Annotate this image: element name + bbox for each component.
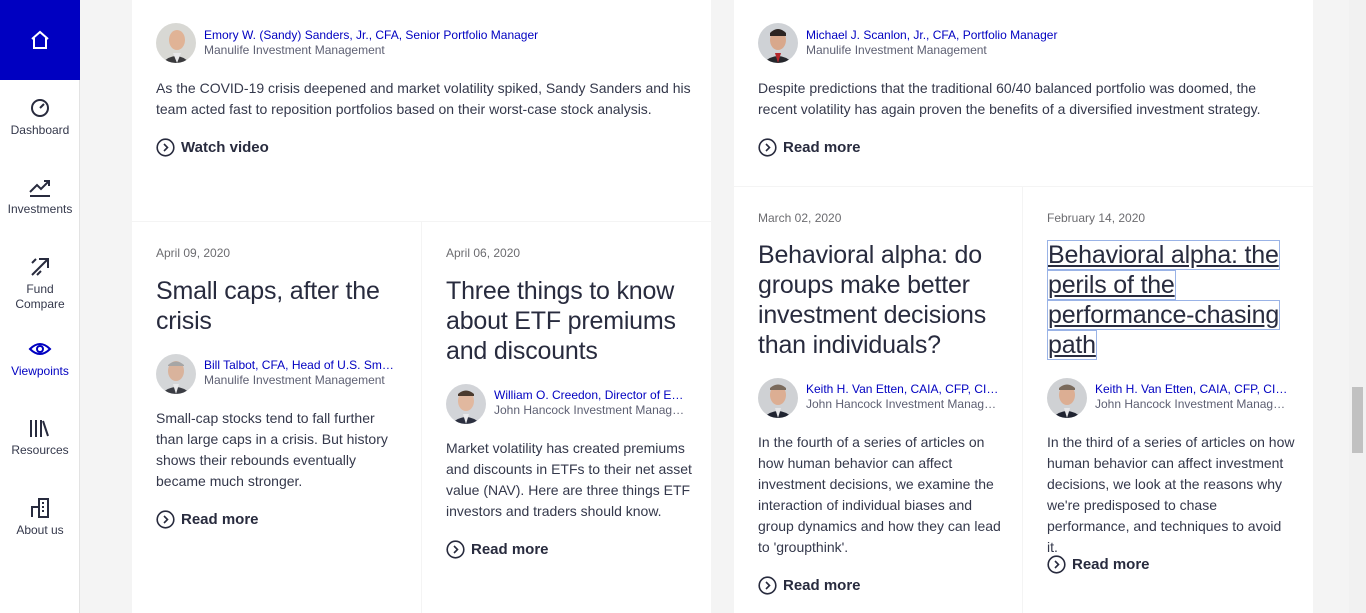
nav-about-us[interactable]: About us bbox=[0, 497, 80, 538]
eye-icon bbox=[28, 343, 52, 355]
article-card: April 09, 2020 Small caps, after the cri… bbox=[132, 222, 421, 613]
author-avatar bbox=[156, 23, 196, 63]
watch-video-link[interactable]: Watch video bbox=[156, 138, 269, 157]
nav-dashboard[interactable]: Dashboard bbox=[0, 97, 80, 138]
chevron-circle-icon bbox=[446, 540, 465, 559]
author-info: Keith H. Van Etten, CAIA, CFP, CIMA, ...… bbox=[1095, 382, 1291, 412]
author-name[interactable]: Bill Talbot, CFA, Head of U.S. Small ... bbox=[204, 358, 399, 373]
compare-icon bbox=[31, 258, 49, 276]
building-icon bbox=[31, 498, 49, 518]
article-card: March 02, 2020 Behavioral alpha: do grou… bbox=[734, 187, 1022, 613]
article-summary: Market volatility has created premiums a… bbox=[446, 440, 692, 519]
author-name[interactable]: William O. Creedon, Director of ETF ... bbox=[494, 388, 689, 403]
article-title[interactable]: Three things to know about ETF premiums … bbox=[446, 276, 686, 366]
home-icon bbox=[31, 30, 49, 49]
author-name[interactable]: Emory W. (Sandy) Sanders, Jr., CFA, Seni… bbox=[204, 28, 624, 43]
nav-about-us-label: About us bbox=[16, 523, 64, 537]
author-avatar bbox=[446, 384, 486, 424]
author-name[interactable]: Michael J. Scanlon, Jr., CFA, Portfolio … bbox=[806, 28, 1226, 43]
trend-icon bbox=[29, 180, 50, 197]
article-card: Emory W. (Sandy) Sanders, Jr., CFA, Seni… bbox=[132, 0, 711, 221]
article-card: February 14, 2020 Behavioral alpha: the … bbox=[1023, 187, 1313, 613]
nav-viewpoints[interactable]: Viewpoints bbox=[0, 338, 80, 379]
nav-fund-compare[interactable]: Fund Compare bbox=[0, 256, 80, 312]
sidebar-nav: Dashboard Investments Fund Compare Viewp… bbox=[0, 0, 80, 613]
author-org: Manulife Investment Management bbox=[204, 43, 385, 57]
read-more-link[interactable]: Read more bbox=[758, 138, 861, 157]
title-line: path bbox=[1047, 330, 1097, 360]
read-more-label: Read more bbox=[181, 511, 259, 528]
author-avatar bbox=[758, 23, 798, 63]
title-line: performance-chasing bbox=[1047, 300, 1281, 330]
article-date: April 09, 2020 bbox=[156, 246, 231, 260]
author-info: Emory W. (Sandy) Sanders, Jr., CFA, Seni… bbox=[204, 28, 624, 58]
nav-fund-compare-label: Fund Compare bbox=[15, 282, 65, 311]
nav-investments[interactable]: Investments bbox=[0, 176, 80, 217]
chevron-circle-icon bbox=[1047, 555, 1066, 574]
author-name[interactable]: Keith H. Van Etten, CAIA, CFP, CIMA,... bbox=[806, 382, 1002, 397]
read-more-link[interactable]: Read more bbox=[446, 540, 549, 559]
author-avatar bbox=[156, 354, 196, 394]
read-more-label: Read more bbox=[783, 577, 861, 594]
chevron-circle-icon bbox=[156, 510, 175, 529]
author-name[interactable]: Keith H. Van Etten, CAIA, CFP, CIMA, ... bbox=[1095, 382, 1291, 397]
author-info: Keith H. Van Etten, CAIA, CFP, CIMA,... … bbox=[806, 382, 1002, 412]
author-avatar bbox=[758, 378, 798, 418]
article-date: March 02, 2020 bbox=[758, 211, 842, 225]
read-more-link[interactable]: Read more bbox=[1047, 555, 1150, 574]
article-card: Michael J. Scanlon, Jr., CFA, Portfolio … bbox=[734, 0, 1313, 186]
author-org: John Hancock Investment Managem... bbox=[494, 403, 689, 417]
article-card: April 06, 2020 Three things to know abou… bbox=[422, 222, 711, 613]
watch-video-label: Watch video bbox=[181, 139, 269, 156]
author-info: Bill Talbot, CFA, Head of U.S. Small ...… bbox=[204, 358, 399, 388]
article-summary: Despite predictions that the traditional… bbox=[758, 80, 1261, 117]
read-more-link[interactable]: Read more bbox=[758, 576, 861, 595]
chevron-circle-icon bbox=[758, 576, 777, 595]
article-date: February 14, 2020 bbox=[1047, 211, 1146, 225]
article-title[interactable]: Behavioral alpha: the perils of the perf… bbox=[1047, 240, 1297, 360]
gauge-icon bbox=[31, 99, 49, 117]
article-summary: In the third of a series of articles on … bbox=[1047, 434, 1295, 555]
read-more-label: Read more bbox=[783, 139, 861, 156]
books-icon bbox=[30, 420, 49, 437]
nav-viewpoints-label: Viewpoints bbox=[11, 364, 69, 378]
nav-resources[interactable]: Resources bbox=[0, 417, 80, 458]
author-org: John Hancock Investment Managem... bbox=[806, 397, 1002, 411]
author-org: Manulife Investment Management bbox=[806, 43, 987, 57]
article-summary: In the fourth of a series of articles on… bbox=[758, 434, 1001, 555]
article-summary: As the COVID-19 crisis deepened and mark… bbox=[156, 80, 691, 117]
nav-dashboard-label: Dashboard bbox=[10, 123, 70, 137]
author-info: William O. Creedon, Director of ETF ... … bbox=[494, 388, 689, 418]
chevron-circle-icon bbox=[758, 138, 777, 157]
author-avatar bbox=[1047, 378, 1087, 418]
author-info: Michael J. Scanlon, Jr., CFA, Portfolio … bbox=[806, 28, 1226, 58]
read-more-link[interactable]: Read more bbox=[156, 510, 259, 529]
title-line: perils of the bbox=[1047, 270, 1176, 300]
article-title[interactable]: Small caps, after the crisis bbox=[156, 276, 396, 336]
author-org: Manulife Investment Management bbox=[204, 373, 385, 387]
chevron-circle-icon bbox=[156, 138, 175, 157]
scrollbar-thumb[interactable] bbox=[1352, 387, 1363, 453]
nav-resources-label: Resources bbox=[11, 443, 69, 457]
article-date: April 06, 2020 bbox=[446, 246, 521, 260]
nav-investments-label: Investments bbox=[7, 202, 73, 216]
article-summary: Small-cap stocks tend to fall further th… bbox=[156, 410, 388, 489]
read-more-label: Read more bbox=[471, 541, 549, 558]
article-title[interactable]: Behavioral alpha: do groups make better … bbox=[758, 240, 1008, 360]
title-line: Behavioral alpha: the bbox=[1047, 240, 1280, 270]
page-scrollbar[interactable] bbox=[1349, 0, 1366, 613]
author-org: John Hancock Investment Managem... bbox=[1095, 397, 1291, 411]
read-more-label: Read more bbox=[1072, 556, 1150, 573]
home-button[interactable] bbox=[0, 0, 80, 80]
